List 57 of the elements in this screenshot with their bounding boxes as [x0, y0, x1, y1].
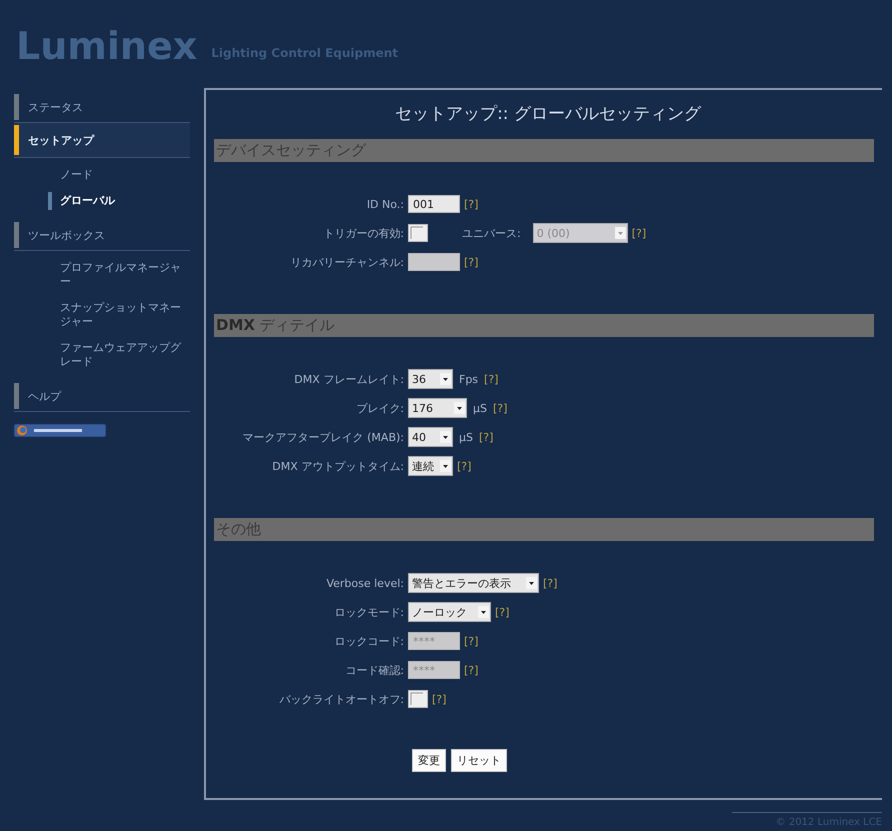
field-label: ユニバース:: [462, 226, 521, 240]
field-label: リカバリーチャンネル:: [289, 254, 404, 270]
help-link[interactable]: [?]: [484, 372, 498, 386]
field-label: Verbose level:: [325, 576, 404, 590]
input-field[interactable]: 001: [408, 195, 460, 213]
unit-label: Fps: [459, 372, 478, 386]
help-link[interactable]: [?]: [632, 226, 646, 240]
browser-badge-icon[interactable]: [14, 424, 106, 437]
sidebar-item[interactable]: ヘルプ: [14, 381, 190, 412]
help-link[interactable]: [?]: [464, 198, 478, 210]
help-link[interactable]: [?]: [464, 256, 478, 268]
field-label: ブレイク:: [355, 400, 404, 416]
caret-icon[interactable]: [440, 460, 451, 472]
caret-icon[interactable]: [478, 606, 489, 618]
sidebar-subitem[interactable]: グローバル: [14, 190, 190, 212]
dropdown[interactable]: 176: [408, 398, 467, 418]
logo-text: Luminex: [16, 26, 198, 66]
field-label: DMX フレームレイト:: [293, 372, 404, 386]
field-label: ロックコード:: [333, 634, 404, 648]
help-link[interactable]: [?]: [495, 606, 510, 618]
field-label: バックライトオートオフ:: [278, 692, 404, 706]
help-link[interactable]: [?]: [464, 664, 478, 676]
page-title: セットアップ:: グローバルセッティング: [395, 103, 701, 125]
help-link[interactable]: [?]: [457, 460, 472, 472]
dropdown[interactable]: 36: [408, 369, 453, 389]
help-link[interactable]: [?]: [543, 576, 558, 590]
sidebar-item[interactable]: ツールボックス: [14, 220, 190, 251]
sidebar-subitem[interactable]: ファームウェアアップグレード: [14, 337, 190, 373]
unit-label: μS: [473, 402, 487, 414]
checkbox[interactable]: [408, 690, 428, 708]
sidebar-subitem[interactable]: スナップショットマネージャー: [14, 297, 190, 333]
caret-icon[interactable]: [526, 577, 537, 589]
field-label: トリガーの有効:: [322, 226, 404, 240]
caret-icon[interactable]: [440, 373, 451, 385]
sidebar-subitem[interactable]: ノード: [14, 164, 190, 186]
sidebar-item[interactable]: セットアップ: [14, 123, 190, 158]
field-label: マークアフターブレイク (MAB):: [242, 430, 404, 444]
field-label: コード確認:: [344, 662, 404, 678]
form-button[interactable]: 変更: [412, 749, 446, 772]
checkbox[interactable]: [408, 224, 428, 242]
field-label: ID No.:: [366, 198, 404, 210]
help-link[interactable]: [?]: [464, 634, 478, 648]
help-link[interactable]: [?]: [492, 402, 508, 414]
sidebar-subitem[interactable]: プロファイルマネージャー: [14, 257, 190, 293]
dropdown[interactable]: 連続: [408, 456, 453, 476]
unit-label: μS: [459, 430, 473, 444]
field-label: ロックモード:: [333, 604, 404, 620]
form-button[interactable]: リセット: [451, 749, 507, 772]
help-link[interactable]: [?]: [478, 430, 494, 444]
field-label: DMX アウトプットタイム:: [271, 458, 404, 474]
help-link[interactable]: [?]: [432, 692, 446, 706]
caret-icon[interactable]: [440, 431, 451, 443]
dropdown[interactable]: 40: [408, 427, 453, 447]
dropdown[interactable]: ノーロック: [408, 602, 491, 622]
dropdown[interactable]: 警告とエラーの表示: [408, 573, 539, 593]
caret-icon[interactable]: [454, 402, 465, 414]
tagline: Lighting Control Equipment: [211, 46, 398, 62]
